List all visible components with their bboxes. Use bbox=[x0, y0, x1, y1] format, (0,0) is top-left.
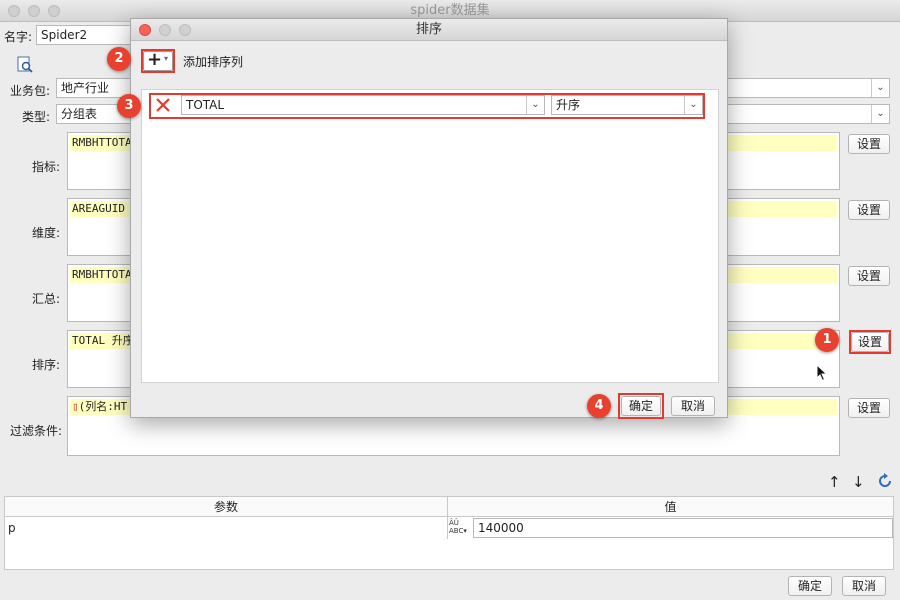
move-up-icon[interactable]: ↑ bbox=[828, 474, 842, 490]
dialog-minimize-button[interactable] bbox=[159, 24, 171, 36]
param-name-cell[interactable]: p bbox=[5, 517, 448, 539]
dimension-settings-button[interactable]: 设置 bbox=[848, 200, 890, 220]
callout-badge-2: 2 bbox=[107, 47, 131, 71]
close-window-button[interactable] bbox=[8, 5, 20, 17]
summary-label: 汇总: bbox=[32, 292, 61, 306]
callout-highlight-2 bbox=[141, 49, 175, 73]
summary-settings-button[interactable]: 设置 bbox=[848, 266, 890, 286]
sort-dialog-titlebar: 排序 bbox=[131, 19, 727, 41]
add-sort-column-label: 添加排序列 bbox=[183, 55, 244, 69]
callout-badge-4: 4 bbox=[587, 394, 611, 418]
param-value-cell[interactable]: 140000 bbox=[473, 518, 893, 538]
params-column-header-value: 值 bbox=[664, 500, 677, 514]
value-type-icon[interactable]: ÂÛ ABC▾ bbox=[449, 519, 469, 537]
params-column-header-param: 参数 bbox=[5, 497, 448, 517]
mouse-cursor-icon bbox=[816, 363, 828, 385]
callout-badge-3: 3 bbox=[117, 94, 141, 118]
preview-icon[interactable] bbox=[16, 56, 34, 74]
refresh-icon[interactable] bbox=[876, 472, 894, 490]
callout-highlight-1 bbox=[849, 330, 891, 354]
callout-badge-1: 1 bbox=[815, 328, 839, 352]
filter-label: 过滤条件: bbox=[10, 424, 63, 438]
package-label: 业务包: bbox=[10, 84, 51, 98]
name-label: 名字: bbox=[4, 30, 33, 44]
filter-settings-button[interactable]: 设置 bbox=[848, 398, 890, 418]
params-table-header: 参数 值 bbox=[5, 497, 893, 517]
move-down-icon[interactable]: ↓ bbox=[852, 474, 866, 490]
name-input[interactable]: Spider2 bbox=[36, 25, 136, 45]
callout-highlight-3 bbox=[149, 93, 705, 119]
ok-button[interactable]: 确定 bbox=[788, 576, 832, 596]
metrics-settings-button[interactable]: 设置 bbox=[848, 134, 890, 154]
minimize-window-button[interactable] bbox=[28, 5, 40, 17]
cancel-button[interactable]: 取消 bbox=[842, 576, 886, 596]
callout-highlight-4 bbox=[618, 393, 664, 419]
sort-dialog: 排序 + ▾ 2 添加排序列 TOTAL ⌄ 升序 ⌄ 3 确定 4 取消 bbox=[107, 18, 728, 419]
params-table: 参数 值 p ÂÛ ABC▾ 140000 bbox=[4, 496, 894, 570]
sort-dialog-title: 排序 bbox=[415, 22, 442, 37]
chevron-down-icon: ⌄ bbox=[871, 105, 889, 123]
filter-value-text: (列名:HT bbox=[78, 400, 128, 413]
zoom-window-button[interactable] bbox=[48, 5, 60, 17]
filter-bracket-icon: ▯ bbox=[72, 400, 79, 413]
chevron-down-icon: ⌄ bbox=[871, 79, 889, 97]
type-label: 类型: bbox=[22, 110, 51, 124]
metrics-label: 指标: bbox=[32, 160, 61, 174]
table-row[interactable]: p ÂÛ ABC▾ 140000 bbox=[5, 517, 893, 539]
dialog-zoom-button[interactable] bbox=[179, 24, 191, 36]
window-title: spider数据集 bbox=[410, 3, 490, 18]
sort-columns-list bbox=[141, 89, 719, 383]
dialog-cancel-button[interactable]: 取消 bbox=[671, 396, 715, 416]
dialog-close-button[interactable] bbox=[139, 24, 151, 36]
dimension-label: 维度: bbox=[32, 226, 61, 240]
package-select-value: 地产行业 bbox=[61, 81, 110, 95]
type-select-value: 分组表 bbox=[61, 107, 98, 121]
sort-label: 排序: bbox=[32, 358, 61, 372]
